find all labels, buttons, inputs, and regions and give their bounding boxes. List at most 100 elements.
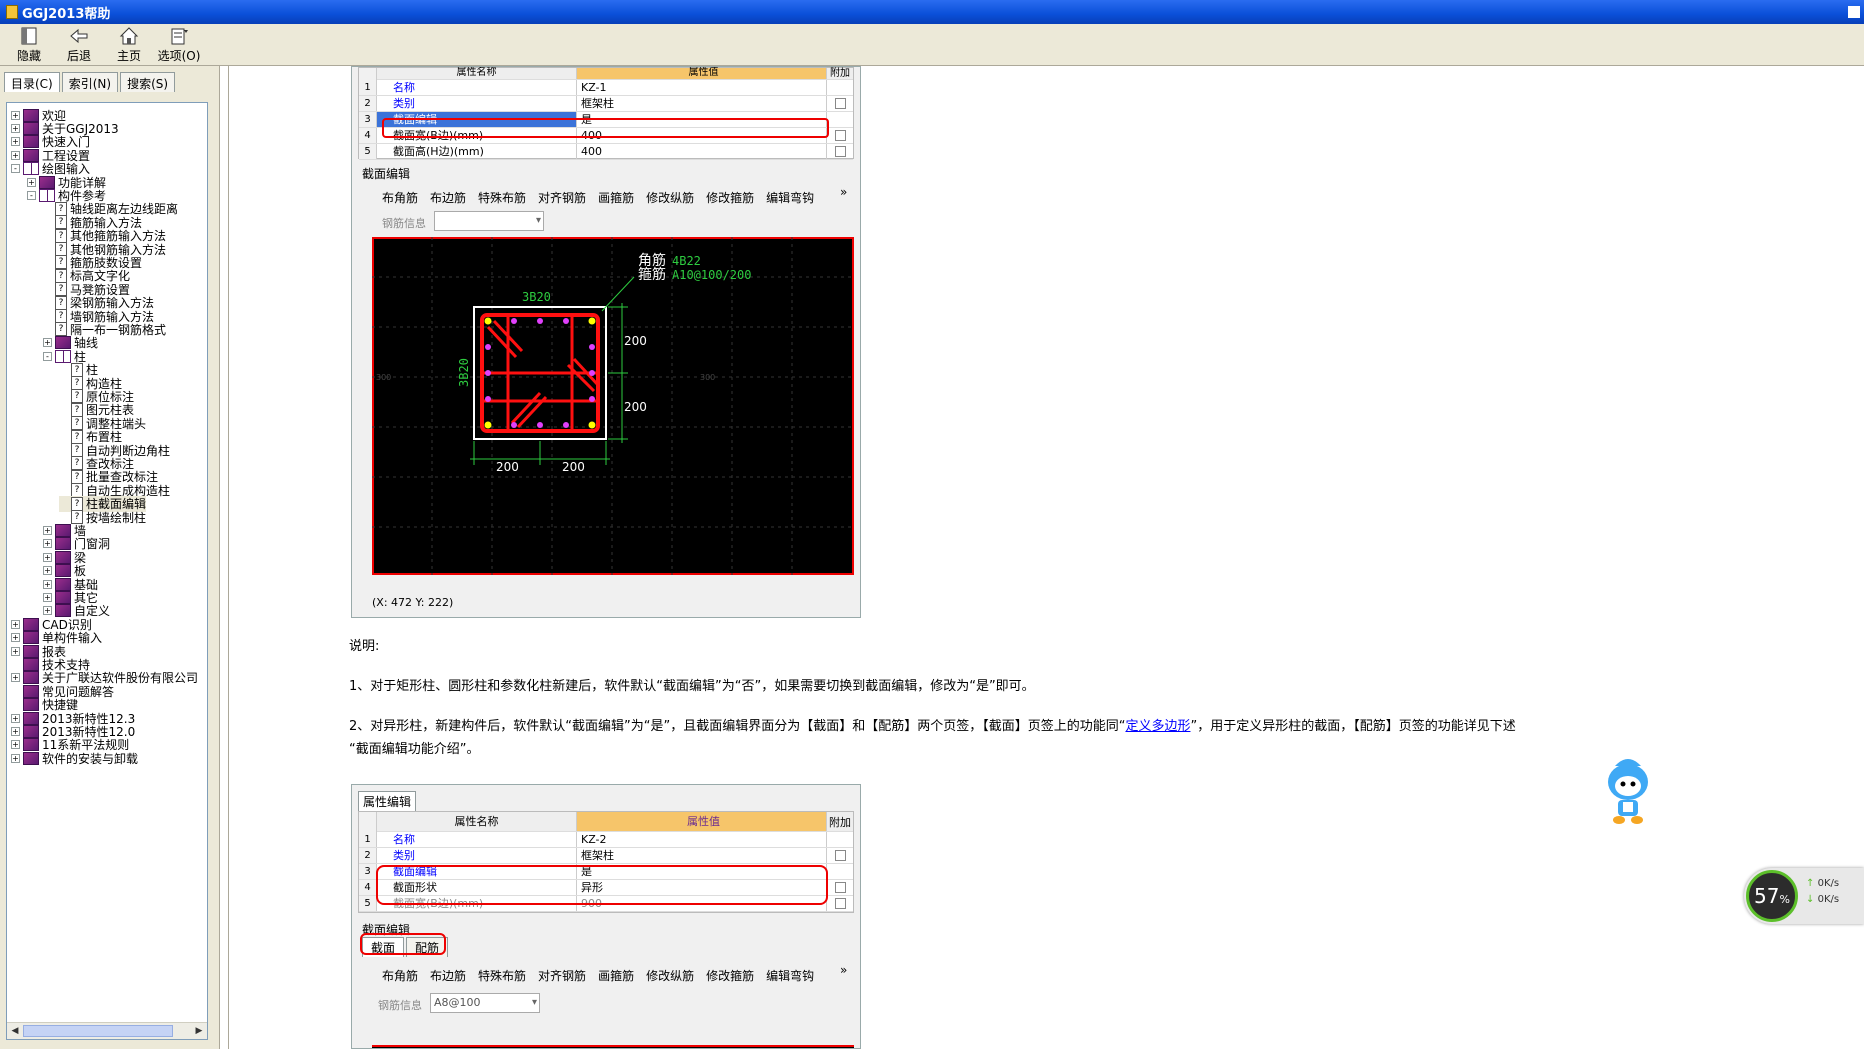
home-label: 主页 [116, 48, 141, 63]
rebar-tool-button[interactable]: 修改箍筋 [706, 967, 754, 984]
expand-icon[interactable]: + [11, 646, 20, 656]
extra-checkbox[interactable] [834, 882, 846, 893]
tab-index[interactable]: 索引(N) [61, 72, 119, 92]
row-number: 2 [359, 848, 377, 863]
expand-icon[interactable]: + [11, 753, 20, 763]
expand-icon[interactable]: + [43, 539, 52, 549]
table-row[interactable]: 1 名称 KZ-2 [359, 832, 853, 848]
expand-icon[interactable]: + [11, 740, 20, 750]
stirrup-value: A10@100/200 [672, 268, 751, 282]
assistant-mascot-icon[interactable] [1601, 756, 1655, 828]
window-title: GGJ2013帮助 [22, 6, 111, 22]
rebar-tool-button[interactable]: 特殊布筋 [478, 967, 526, 984]
rebar-info-combo-2[interactable]: A8@100 [430, 993, 540, 1013]
scroll-thumb[interactable] [23, 1025, 173, 1037]
extra-checkbox[interactable] [834, 850, 846, 861]
expand-icon[interactable]: + [11, 123, 20, 133]
rebar-tool-button[interactable]: 对齐钢筋 [538, 189, 586, 206]
options-button[interactable]: 选项(O) [154, 24, 204, 65]
network-speeds: ↑ 0K/s ↓ 0K/s [1806, 876, 1839, 908]
more-tools-icon-2[interactable]: » [840, 963, 847, 977]
table-row[interactable]: 2 类别 框架柱 [359, 96, 853, 112]
rebar-tool-button[interactable]: 对齐钢筋 [538, 967, 586, 984]
network-monitor-widget[interactable]: 57% ↑ 0K/s ↓ 0K/s [1744, 868, 1864, 924]
property-value[interactable]: 框架柱 [577, 848, 827, 863]
rebar-tool-button[interactable]: 修改纵筋 [646, 967, 694, 984]
table-row[interactable]: 5 截面高(H边)(mm) 400 [359, 144, 853, 160]
rebar-tool-button[interactable]: 特殊布筋 [478, 189, 526, 206]
rebar-info-label: 钢筋信息 [382, 217, 426, 230]
rebar-tool-button[interactable]: 修改纵筋 [646, 189, 694, 206]
extra-checkbox[interactable] [834, 898, 846, 909]
property-value[interactable]: KZ-1 [577, 80, 827, 95]
expand-icon[interactable]: + [11, 726, 20, 736]
tree-item-label: 软件的安装与卸载 [42, 751, 139, 766]
home-icon [119, 26, 139, 44]
rebar-tool-button[interactable]: 修改箍筋 [706, 189, 754, 206]
rebar-tool-button[interactable]: 画箍筋 [598, 967, 634, 984]
collapse-icon[interactable]: - [11, 164, 20, 174]
extra-checkbox-cell [827, 146, 853, 157]
tab-contents[interactable]: 目录(C) [4, 72, 60, 92]
expand-icon[interactable]: + [43, 338, 52, 348]
expand-icon[interactable]: + [43, 566, 52, 576]
expand-icon[interactable]: + [11, 150, 20, 160]
rebar-tool-button[interactable]: 编辑弯钩 [766, 967, 814, 984]
app-icon [6, 5, 18, 19]
property-value[interactable]: 框架柱 [577, 96, 827, 111]
property-edit-tab[interactable]: 属性编辑 [358, 791, 417, 811]
row-number: 4 [359, 880, 377, 895]
table-row[interactable]: 2 类别 框架柱 [359, 848, 853, 864]
expand-icon[interactable]: + [11, 619, 20, 629]
expand-icon[interactable]: + [43, 592, 52, 602]
paragraph-2-part-a: 2、对异形柱，新建构件后，软件默认“截面编辑”为“是”，且截面编辑界面分为【截面… [349, 719, 1126, 734]
rebar-info-combo[interactable] [434, 211, 544, 231]
expand-icon[interactable]: + [43, 606, 52, 616]
rebar-tool-button[interactable]: 画箍筋 [598, 189, 634, 206]
window-titlebar: GGJ2013帮助 [0, 0, 1864, 24]
expand-icon[interactable]: + [43, 552, 52, 562]
section-drawing-canvas-2[interactable] [372, 1045, 854, 1048]
book-icon [23, 751, 39, 765]
expand-icon[interactable]: + [11, 137, 20, 147]
rebar-tool-button[interactable]: 布边筋 [430, 967, 466, 984]
rebar-tool-button[interactable]: 布角筋 [382, 189, 418, 206]
expand-icon[interactable]: + [11, 673, 20, 683]
more-tools-icon[interactable]: » [840, 185, 847, 199]
highlight-subtabs [360, 933, 446, 955]
expand-icon[interactable]: + [43, 525, 52, 535]
define-polygon-link[interactable]: 定义多边形 [1125, 719, 1190, 734]
property-value[interactable]: KZ-2 [577, 832, 827, 847]
hide-button[interactable]: 隐藏 [4, 24, 54, 65]
horizontal-scrollbar[interactable]: ◀ ▶ [7, 1022, 207, 1039]
tree-item[interactable]: + 软件的安装与卸载 [11, 750, 138, 766]
expand-icon[interactable]: + [11, 110, 20, 120]
scroll-left-icon[interactable]: ◀ [8, 1024, 22, 1038]
row-number: 5 [359, 144, 377, 159]
nav-tabs: 目录(C) 索引(N) 搜索(S) [0, 66, 219, 92]
home-button[interactable]: 主页 [104, 24, 154, 65]
tab-search[interactable]: 搜索(S) [120, 72, 176, 92]
expand-icon[interactable]: + [27, 177, 36, 187]
rebar-tool-button[interactable]: 布边筋 [430, 189, 466, 206]
section-drawing-canvas[interactable]: 角筋 箍筋 4B22 A10@100/200 3B20 3B20 200 200… [372, 237, 854, 575]
collapse-icon[interactable]: - [27, 190, 36, 200]
rebar-tool-button[interactable]: 编辑弯钩 [766, 189, 814, 206]
expand-icon[interactable]: + [43, 579, 52, 589]
back-button[interactable]: 后退 [54, 24, 104, 65]
table-row[interactable]: 1 名称 KZ-1 [359, 80, 853, 96]
property-name: 类别 [377, 848, 577, 863]
expand-icon[interactable]: + [11, 713, 20, 723]
scroll-right-icon[interactable]: ▶ [192, 1024, 206, 1038]
extra-checkbox[interactable] [834, 130, 846, 141]
rebar-tool-button[interactable]: 布角筋 [382, 967, 418, 984]
property-value[interactable]: 400 [577, 144, 827, 159]
extra-checkbox[interactable] [834, 98, 846, 109]
collapse-icon[interactable]: - [43, 351, 52, 361]
axis-left-label: 300 [376, 373, 391, 382]
window-control-icon[interactable] [1848, 6, 1860, 18]
highlight-section-shape [376, 865, 828, 905]
hide-label: 隐藏 [16, 48, 41, 63]
expand-icon[interactable]: + [11, 633, 20, 643]
extra-checkbox[interactable] [834, 146, 846, 157]
